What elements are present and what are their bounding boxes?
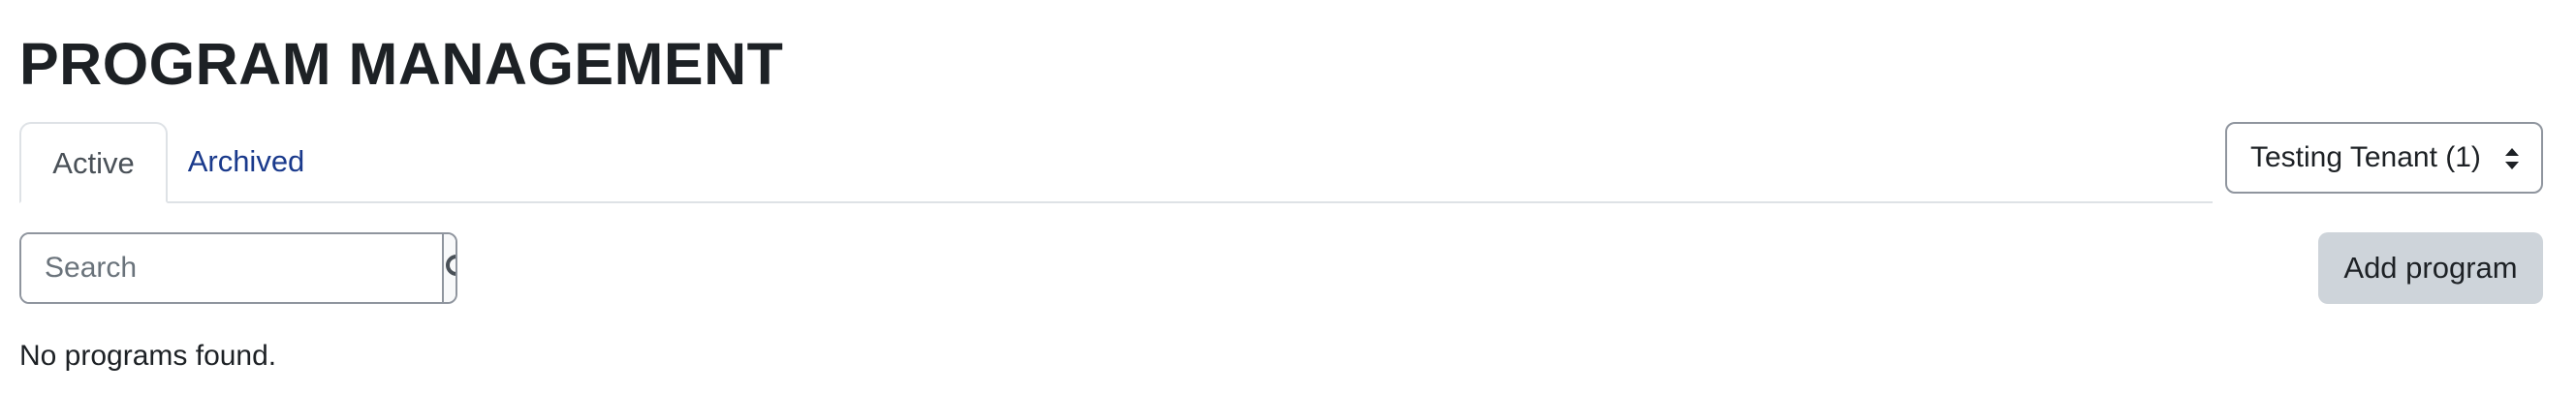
search-group	[19, 232, 457, 304]
search-button[interactable]	[442, 234, 456, 302]
tenant-select-value: Testing Tenant (1)	[2250, 141, 2481, 173]
empty-results-message: No programs found.	[19, 340, 277, 372]
tenant-select[interactable]: Testing Tenant (1)	[2225, 122, 2543, 194]
page-title: PROGRAM MANAGEMENT	[19, 31, 784, 97]
add-program-button[interactable]: Add program	[2318, 232, 2543, 304]
tab-active[interactable]: Active	[19, 122, 168, 203]
program-management-page: PROGRAM MANAGEMENT Active Archived Testi…	[0, 0, 2576, 393]
tab-archived[interactable]: Archived	[168, 122, 325, 201]
search-input[interactable]	[21, 234, 442, 302]
search-icon	[446, 255, 456, 276]
program-tabs: Active Archived	[19, 122, 2213, 203]
sort-caret-icon	[2505, 148, 2519, 169]
